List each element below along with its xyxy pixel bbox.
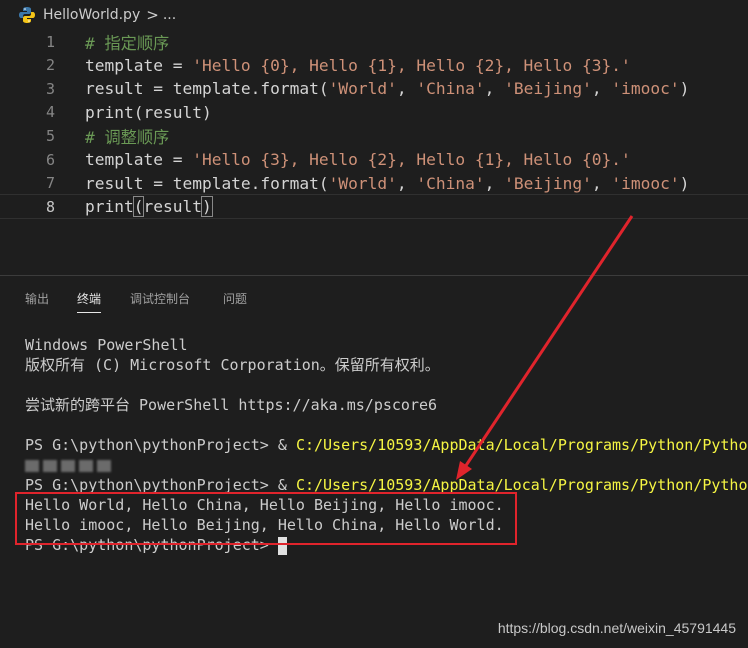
code-token: 'World' — [328, 79, 397, 99]
terminal-line: PS G:\python\pythonProject> & C:/Users/1… — [25, 435, 748, 455]
code-token: result = template.format( — [85, 173, 329, 193]
terminal-text: 尝试新的跨平台 PowerShell https://aka.ms/pscore… — [25, 396, 438, 414]
code-token: # 指定顺序 — [85, 33, 170, 53]
code-token: , — [396, 173, 417, 193]
annotation-highlight-box — [15, 492, 517, 545]
code-token: print(result) — [85, 102, 212, 122]
code-token: template = — [85, 55, 193, 75]
line-number: 3 — [45, 79, 55, 98]
code-line[interactable]: 8 print(result) — [0, 194, 748, 220]
breadcrumb: HelloWorld.py > ... — [0, 0, 748, 30]
code-line[interactable]: 6 template = 'Hello {3}, Hello {2}, Hello… — [0, 148, 748, 171]
code-line[interactable]: 7 result = template.format('World', 'Chin… — [0, 172, 748, 195]
code-line[interactable]: 2 template = 'Hello {0}, Hello {1}, Hello… — [0, 54, 748, 77]
code-token: , — [484, 173, 505, 193]
code-token: # 调整顺序 — [85, 127, 170, 147]
code-token: 'Hello {0}, Hello {1}, Hello {2}, Hello … — [192, 55, 631, 75]
line-number: 6 — [45, 150, 55, 169]
terminal-line — [25, 455, 748, 475]
code-token: print — [85, 197, 134, 217]
code-token: 'World' — [328, 173, 397, 193]
code-token: ) — [679, 79, 690, 99]
line-number: 7 — [45, 174, 55, 193]
redacted-text — [43, 459, 57, 472]
code-token: 'imooc' — [611, 173, 680, 193]
breadcrumb-file[interactable]: HelloWorld.py — [43, 7, 140, 23]
python-file-icon — [19, 7, 35, 23]
panel-tabs: 输出 终端 调试控制台 问题 — [0, 276, 748, 320]
terminal-output[interactable]: Windows PowerShell 版权所有 (C) Microsoft Cor… — [25, 335, 748, 625]
code-text: template = 'Hello {0}, Hello {1}, Hello … — [85, 56, 631, 75]
redacted-text — [25, 459, 39, 472]
line-number: 1 — [45, 32, 55, 51]
code-token: result — [143, 197, 202, 217]
code-text: print(result) — [85, 103, 212, 122]
code-line[interactable]: 3 result = template.format('World', 'Chin… — [0, 77, 748, 100]
terminal-line: Windows PowerShell — [25, 335, 748, 355]
redacted-text — [79, 459, 93, 472]
breadcrumb-more[interactable]: ... — [163, 7, 176, 23]
code-text: # 调整顺序 — [85, 124, 169, 148]
terminal-text: PS G:\python\pythonProject> & — [25, 436, 296, 454]
code-token: ) — [200, 196, 213, 218]
tab-output[interactable]: 输出 — [25, 290, 49, 312]
watermark: https://blog.csdn.net/weixin_45791445 — [497, 620, 736, 636]
terminal-line: 尝试新的跨平台 PowerShell https://aka.ms/pscore… — [25, 395, 748, 415]
tab-terminal[interactable]: 终端 — [77, 290, 102, 313]
code-token: 'Hello {3}, Hello {2}, Hello {1}, Hello … — [192, 150, 631, 169]
code-token: , — [396, 79, 417, 99]
line-number: 8 — [45, 197, 55, 216]
redacted-text — [97, 459, 111, 472]
code-token: template = — [85, 150, 193, 169]
code-text: result = template.format('World', 'China… — [85, 79, 689, 98]
terminal-path: C:/Users/10593/AppData/Local/Programs/Py… — [295, 436, 748, 454]
code-token: , — [591, 79, 612, 99]
code-line[interactable]: 5 # 调整顺序 — [0, 124, 748, 147]
chevron-right-icon: > — [146, 6, 159, 24]
code-token: 'China' — [416, 173, 485, 193]
code-token: 'imooc' — [611, 79, 680, 99]
terminal-line: 版权所有 (C) Microsoft Corporation。保留所有权利。 — [25, 355, 748, 375]
code-editor[interactable]: 1 # 指定顺序 2 template = 'Hello {0}, Hello {1}… — [0, 30, 748, 230]
code-token: 'Beijing' — [504, 173, 592, 193]
code-token: 'Beijing' — [504, 79, 592, 99]
code-token: , — [484, 79, 505, 99]
terminal-text: 版权所有 (C) Microsoft Corporation。保留所有权利。 — [25, 356, 440, 374]
code-token: 'China' — [416, 79, 485, 99]
code-token: ) — [679, 173, 690, 193]
terminal-text: Windows PowerShell — [25, 336, 188, 354]
code-line[interactable]: 4 print(result) — [0, 101, 748, 124]
line-number: 4 — [45, 103, 55, 122]
code-text: # 指定顺序 — [85, 30, 169, 54]
code-line[interactable]: 1 # 指定顺序 — [0, 30, 748, 53]
code-text: print(result) — [85, 196, 213, 218]
code-text: template = 'Hello {3}, Hello {2}, Hello … — [85, 150, 631, 169]
code-text: result = template.format('World', 'China… — [85, 174, 689, 193]
line-number: 5 — [45, 126, 55, 145]
code-token: , — [591, 173, 612, 193]
code-token: result = template.format( — [85, 79, 329, 99]
line-number: 2 — [45, 56, 55, 75]
tab-debug-console[interactable]: 调试控制台 — [130, 290, 190, 312]
redacted-text — [61, 459, 75, 472]
tab-problems[interactable]: 问题 — [223, 290, 247, 312]
